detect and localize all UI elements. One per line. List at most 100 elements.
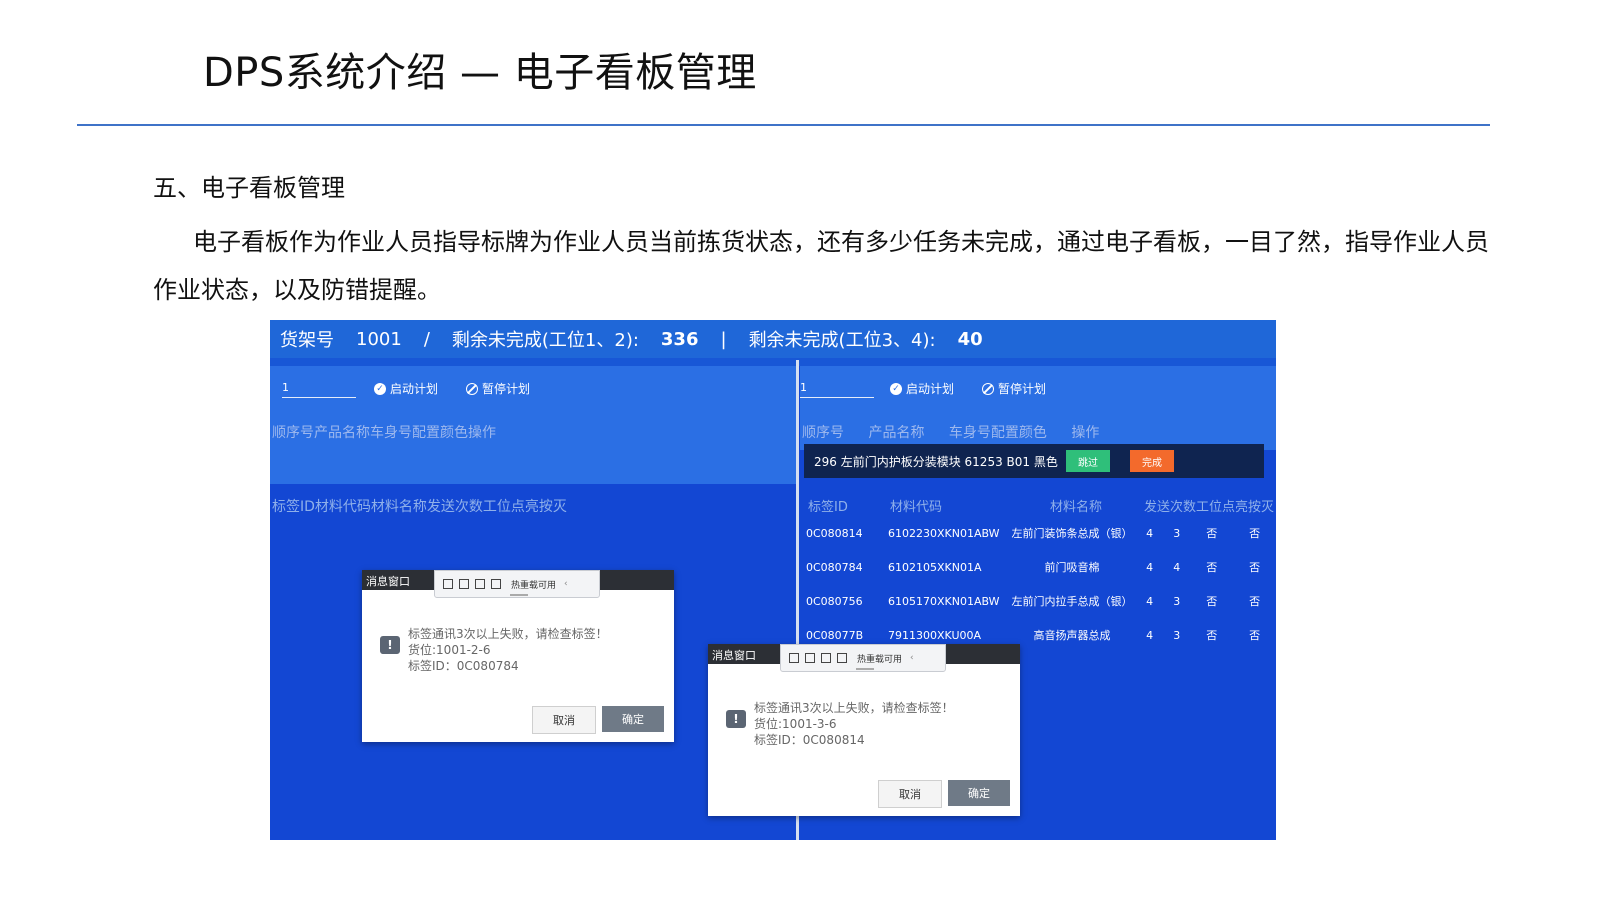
tag-table-header: 标签ID 材料代码 材料名称 发送次数工位点亮按灭 (800, 494, 1276, 516)
alert-icon: ! (380, 636, 400, 654)
off-status-cell: 否 (1249, 629, 1261, 642)
remaining-1-2-value: 336 (660, 328, 699, 350)
material-code-cell: 6105170XKN01ABW (888, 594, 1000, 608)
display-layout-icon[interactable] (805, 653, 815, 663)
start-plan-button[interactable]: ✓ 启动计划 (374, 380, 438, 397)
select-element-icon[interactable] (789, 653, 799, 663)
start-plan-label: 启动计划 (390, 382, 439, 396)
send-count-cell: 4 (1146, 526, 1154, 540)
frame-icon[interactable] (475, 579, 485, 589)
col-seq: 顺序号 (802, 425, 844, 441)
col-operation: 操作 (1071, 425, 1100, 441)
col-material-code: 材料代码 (890, 499, 943, 515)
col-send-station-status: 发送次数工位点亮按灭 (1144, 499, 1275, 515)
dialog-tag-line: 标签ID：0C080784 (408, 659, 519, 673)
station-cell: 4 (1173, 560, 1181, 574)
hot-reload-label: 热重载可用 (857, 654, 903, 665)
dialog-message-line: 标签通讯3次以上失败，请检查标签！ (754, 701, 954, 715)
col-body-config: 车身号配置颜色 (948, 425, 1047, 441)
check-circle-icon: ✓ (374, 382, 386, 395)
off-status-cell: 否 (1249, 561, 1261, 574)
tag-table: 标签ID 材料代码 材料名称 发送次数工位点亮按灭 0C080814 610223… (800, 494, 1276, 652)
chevron-left-icon[interactable]: ‹ (564, 579, 568, 589)
material-name-cell: 左前门内拉手总成（银） (1011, 595, 1133, 608)
pause-circle-icon (982, 382, 994, 395)
shelf-label: 货架号 (280, 330, 334, 351)
tag-table-header: 标签ID材料代码材料名称发送次数工位点亮按灭 (272, 499, 567, 515)
lit-status-cell: 否 (1206, 595, 1218, 608)
dialog-message: 标签通讯3次以上失败，请检查标签！ 货位:1001-3-6 标签ID：0C080… (754, 700, 954, 748)
station-cell: 3 (1173, 628, 1181, 642)
confirm-button[interactable]: 确定 (948, 780, 1010, 806)
material-name-cell: 前门吸音棉 (1044, 561, 1100, 574)
pause-circle-icon (466, 382, 478, 395)
off-status-cell: 否 (1249, 595, 1261, 608)
dialog-location-line: 货位:1001-3-6 (754, 717, 837, 731)
material-code-cell: 6102230XKN01ABW (888, 526, 1000, 540)
table-row: 0C080784 6102105XKN01A 前门吸音棉 4 4 否 否 (800, 550, 1276, 584)
section-heading: 五、电子看板管理 (153, 174, 345, 202)
toolbar-handle (856, 668, 874, 670)
message-dialog: 消息窗口 热重载可用 ‹ ! 标签通讯3次以上失败，请检查标签！ 货位:1001… (708, 644, 1020, 816)
col-tag-id: 标签ID (808, 499, 848, 515)
dialog-title: 消息窗口 (366, 575, 410, 588)
station-cell: 3 (1173, 594, 1181, 608)
frame-icon[interactable] (821, 653, 831, 663)
material-code-cell: 6102105XKN01A (888, 560, 982, 574)
dialog-location-line: 货位:1001-2-6 (408, 643, 491, 657)
material-name-cell: 高音扬声器总成 (1033, 629, 1111, 642)
start-plan-label: 启动计划 (906, 382, 955, 396)
skip-button[interactable]: 跳过 (1066, 450, 1110, 472)
dialog-message: 标签通讯3次以上失败，请检查标签！ 货位:1001-2-6 标签ID：0C080… (408, 626, 608, 674)
header-separator: | (720, 328, 727, 350)
lit-status-cell: 否 (1206, 561, 1218, 574)
tag-id-cell: 0C080814 (806, 526, 863, 540)
remaining-1-2-label: 剩余未完成(工位1、2): (451, 330, 639, 351)
station-cell: 3 (1173, 526, 1181, 540)
display-layout-icon[interactable] (459, 579, 469, 589)
dialog-title: 消息窗口 (712, 649, 756, 662)
cancel-button[interactable]: 取消 (878, 780, 942, 808)
send-count-cell: 4 (1146, 594, 1154, 608)
lit-status-cell: 否 (1206, 527, 1218, 540)
col-product: 产品名称 (868, 425, 925, 441)
complete-button[interactable]: 完成 (1130, 450, 1174, 472)
confirm-button[interactable]: 确定 (602, 706, 664, 732)
table-row: 0C080756 6105170XKN01ABW 左前门内拉手总成（银） 4 3 否 否 (800, 584, 1276, 618)
off-status-cell: 否 (1249, 527, 1261, 540)
remaining-3-4-label: 剩余未完成(工位3、4): (748, 330, 936, 351)
tag-id-cell: 0C080756 (806, 594, 863, 608)
kanban-screenshot: 货架号 1001 / 剩余未完成(工位1、2): 336 | 剩余未完成(工位3… (270, 320, 1276, 840)
header-divider (270, 358, 1276, 366)
plan-zone: ✓ 启动计划 暂停计划 顺序号 产品名称 车身号配置颜色 操作 (800, 366, 1276, 450)
title-rule (77, 124, 1490, 126)
page-title: DPS系统介绍 — 电子看板管理 (203, 50, 757, 96)
dialog-tag-line: 标签ID：0C080814 (754, 733, 865, 747)
chevron-left-icon[interactable]: ‹ (910, 653, 914, 663)
hot-reload-label: 热重载可用 (511, 580, 557, 591)
start-plan-button[interactable]: ✓ 启动计划 (890, 380, 954, 397)
pause-plan-button[interactable]: 暂停计划 (466, 380, 530, 397)
alert-icon: ! (726, 710, 746, 728)
status-header: 货架号 1001 / 剩余未完成(工位1、2): 336 | 剩余未完成(工位3… (270, 320, 1276, 358)
plan-zone: ✓ 启动计划 暂停计划 顺序号产品名称车身号配置颜色操作 (270, 366, 796, 484)
remaining-3-4-value: 40 (957, 328, 983, 350)
message-dialog: 消息窗口 热重载可用 ‹ ! 标签通讯3次以上失败，请检查标签！ 货位:1001… (362, 570, 674, 742)
track-focus-icon[interactable] (491, 579, 501, 589)
pause-plan-button[interactable]: 暂停计划 (982, 380, 1046, 397)
select-element-icon[interactable] (443, 579, 453, 589)
plan-input[interactable] (800, 378, 874, 398)
plan-input[interactable] (282, 378, 356, 398)
pause-plan-label: 暂停计划 (998, 382, 1047, 396)
cancel-button[interactable]: 取消 (532, 706, 596, 734)
header-separator: / (423, 328, 430, 350)
dialog-message-line: 标签通讯3次以上失败，请检查标签！ (408, 627, 608, 641)
toolbar-handle (510, 594, 528, 596)
pause-plan-label: 暂停计划 (482, 382, 531, 396)
order-table-header: 顺序号产品名称车身号配置颜色操作 (272, 425, 496, 441)
shelf-value: 1001 (356, 328, 402, 350)
order-row-text: 296 左前门内护板分装模块 61253 B01 黑色 (814, 454, 1058, 469)
track-focus-icon[interactable] (837, 653, 847, 663)
intro-paragraph: 电子看板作为作业人员指导标牌为作业人员当前拣货状态，还有多少任务未完成，通过电子… (153, 228, 1489, 304)
order-table-header: 顺序号 产品名称 车身号配置颜色 操作 (802, 422, 1119, 442)
